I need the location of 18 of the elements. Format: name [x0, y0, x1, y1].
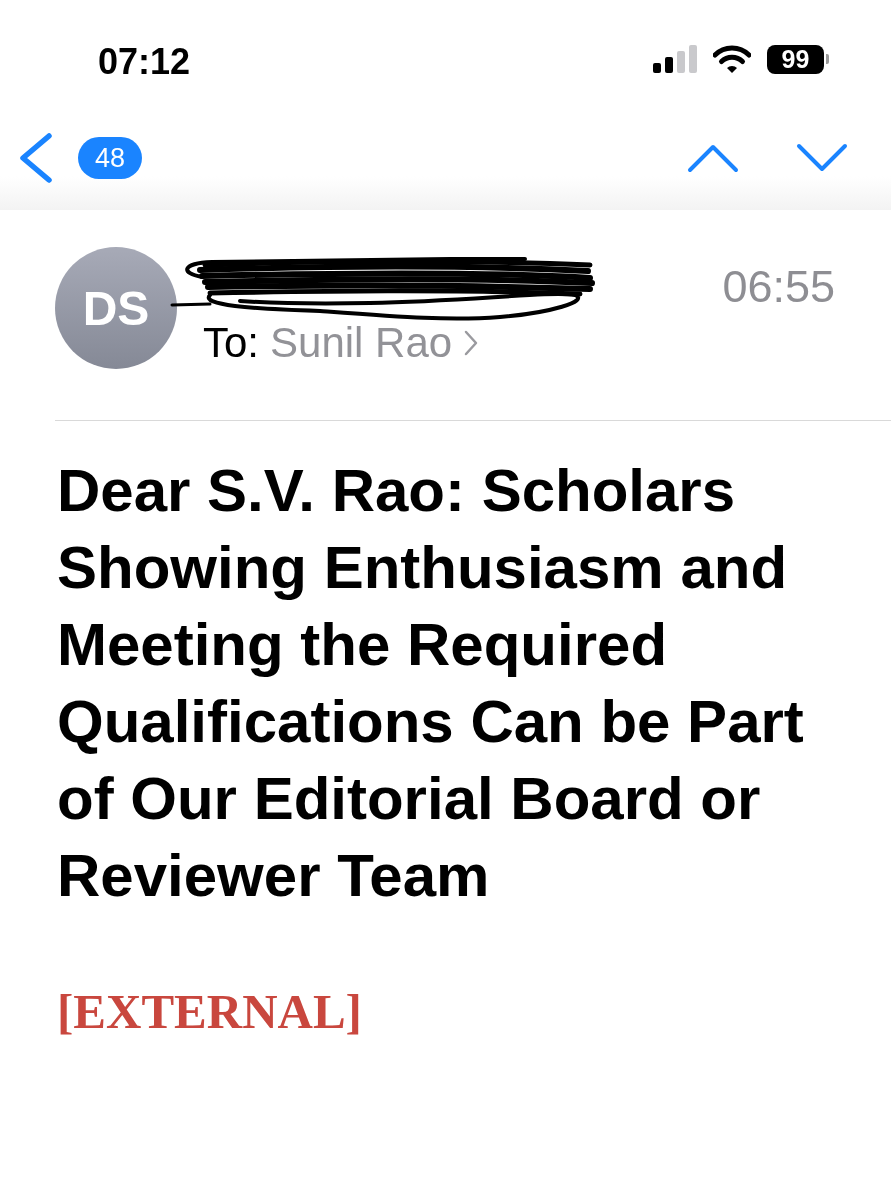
recipient-label: To: — [203, 319, 260, 367]
external-tag: [EXTERNAL] — [57, 982, 362, 1042]
unread-count-badge: 48 — [78, 137, 142, 179]
chevron-left-icon — [19, 133, 53, 183]
wifi-icon — [713, 45, 751, 73]
recipient-name[interactable]: Sunil Rao — [270, 319, 453, 367]
chevron-down-icon — [796, 143, 848, 173]
previous-message-button[interactable] — [687, 143, 739, 173]
chevron-right-icon — [464, 330, 479, 356]
message-time: 06:55 — [722, 263, 835, 311]
status-time: 07:12 — [98, 44, 191, 80]
sender-avatar: DS — [55, 247, 177, 369]
signal-icon — [653, 45, 697, 73]
back-button[interactable]: 48 — [19, 133, 142, 183]
chevron-up-icon — [687, 143, 739, 173]
email-subject: Dear S.V. Rao: Scholars Showing Enthusiasm and Meeting the Required Qualifications Can be Part of Our Editorial Board or Reviewer Team — [57, 456, 805, 911]
battery-indicator: 99 — [767, 44, 829, 74]
next-message-button[interactable] — [796, 143, 848, 173]
